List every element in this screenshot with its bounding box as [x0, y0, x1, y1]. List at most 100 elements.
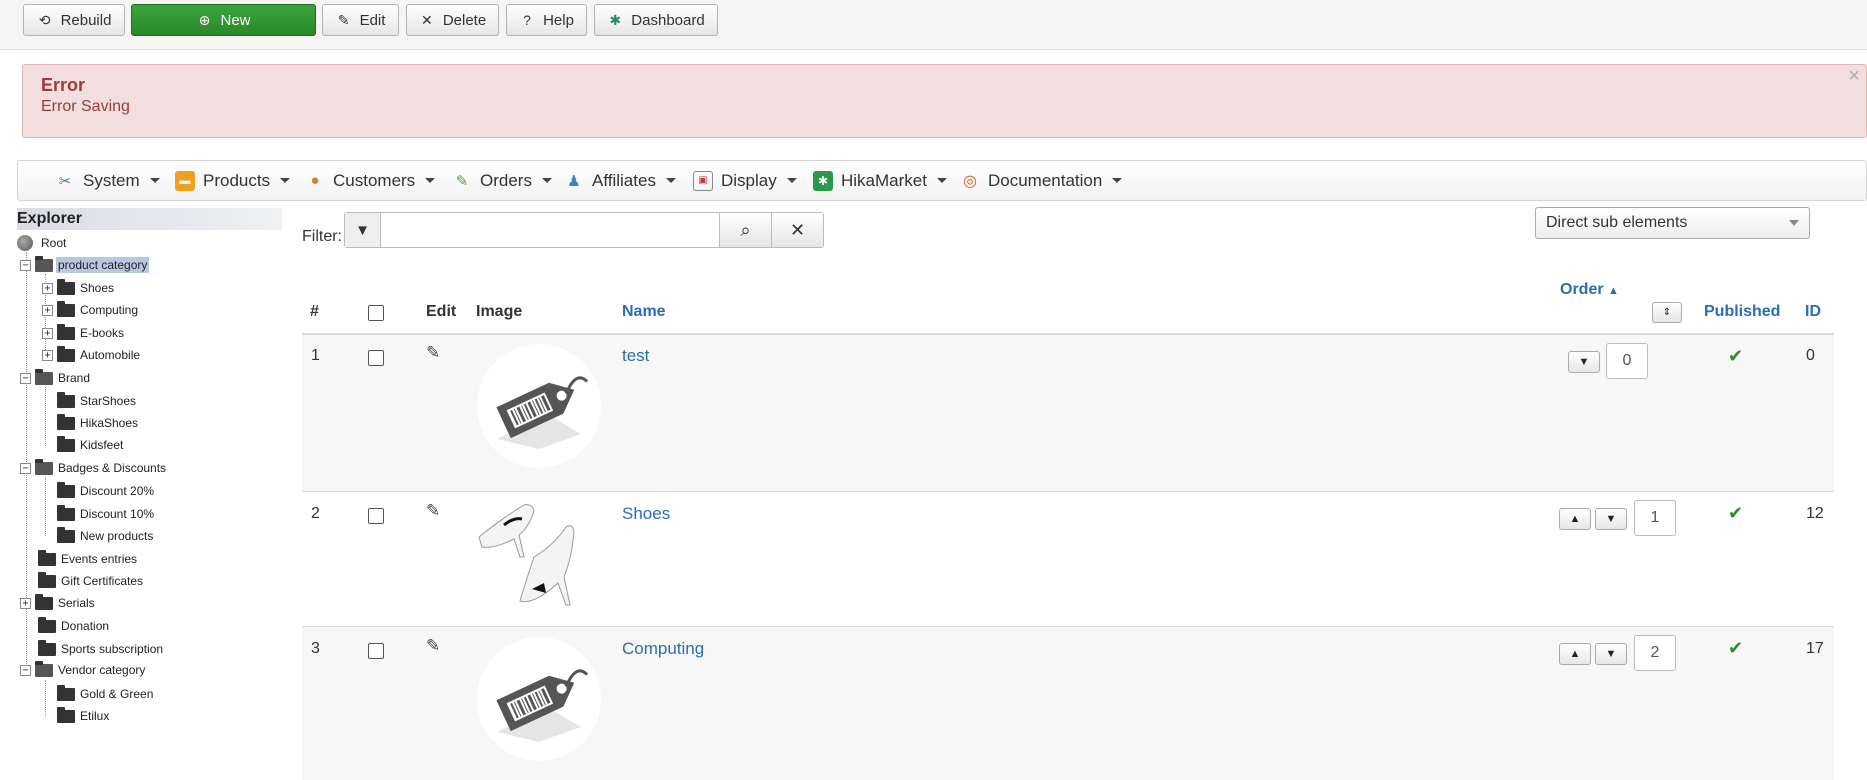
sort-icon: ⇕ — [1662, 307, 1672, 318]
expand-icon[interactable]: + — [42, 327, 53, 339]
folder-open-icon — [35, 458, 53, 475]
row-name-link[interactable]: Shoes — [622, 504, 670, 524]
scope-select[interactable]: Direct sub elements — [1535, 207, 1810, 239]
col-id-header[interactable]: ID — [1805, 303, 1821, 321]
tree-item-goldgreen[interactable]: Gold & Green — [57, 684, 155, 704]
order-down-button[interactable]: ▼ — [1595, 508, 1627, 530]
tree-item-shoes[interactable]: + Shoes — [42, 278, 116, 298]
tree-item-etilux[interactable]: Etilux — [57, 706, 111, 726]
chevron-down-icon: ▼ — [1605, 513, 1617, 525]
save-order-button[interactable]: ⇕ — [1652, 302, 1682, 323]
tree-item-automobile[interactable]: + Automobile — [42, 345, 142, 365]
row-checkbox[interactable] — [368, 508, 384, 524]
folder-icon — [57, 323, 75, 340]
col-name-header[interactable]: Name — [622, 303, 666, 321]
expand-icon[interactable]: + — [20, 597, 31, 609]
sort-asc-icon: ▲ — [1608, 285, 1619, 297]
tree-item-product-category[interactable]: − product category — [20, 255, 150, 275]
published-check-icon[interactable]: ✔ — [1728, 503, 1743, 524]
edit-icon[interactable]: ✎ — [426, 343, 440, 363]
filter-label: Filter: — [302, 228, 342, 245]
row-name-link[interactable]: Computing — [622, 639, 704, 659]
rebuild-button[interactable]: ⟲ Rebuild — [23, 4, 125, 36]
folder-icon — [38, 549, 56, 566]
expand-icon[interactable]: + — [42, 349, 53, 361]
tree-item-serials[interactable]: + Serials — [20, 593, 97, 613]
filter-input[interactable] — [381, 213, 719, 247]
row-name-link[interactable]: test — [622, 346, 649, 366]
tree-item-kidsfeet[interactable]: Kidsfeet — [57, 435, 125, 455]
tree-item-donation[interactable]: Donation — [38, 616, 111, 636]
tree-item-events[interactable]: Events entries — [38, 549, 139, 569]
caret-icon — [280, 178, 291, 183]
tree-item-brand[interactable]: − Brand — [20, 368, 92, 388]
order-input[interactable]: 1 — [1634, 500, 1676, 536]
edit-icon[interactable]: ✎ — [426, 636, 440, 656]
users-icon: ● — [310, 172, 320, 189]
tree-item-vendor[interactable]: − Vendor category — [20, 660, 147, 680]
tree-item-starshoes[interactable]: StarShoes — [57, 391, 138, 411]
help-button[interactable]: ? Help — [506, 4, 587, 36]
tree-item-sports[interactable]: Sports subscription — [38, 639, 165, 659]
chevron-up-icon: ▲ — [1569, 513, 1581, 525]
order-input[interactable]: 0 — [1606, 343, 1648, 379]
order-up-button[interactable]: ▲ — [1559, 643, 1591, 665]
order-input[interactable]: 2 — [1634, 635, 1676, 671]
collapse-icon[interactable]: − — [20, 462, 31, 474]
expand-icon[interactable]: + — [42, 304, 53, 316]
menu-affiliates[interactable]: ♟ Affiliates — [564, 161, 676, 200]
caret-icon — [936, 178, 947, 183]
caret-icon — [665, 178, 676, 183]
published-check-icon[interactable]: ✔ — [1728, 638, 1743, 659]
select-all-checkbox[interactable] — [368, 305, 384, 321]
order-down-button[interactable]: ▼ — [1595, 643, 1627, 665]
menu-orders[interactable]: ✎ Orders — [452, 161, 552, 200]
collapse-icon[interactable]: − — [20, 259, 31, 271]
tree-item-computing[interactable]: + Computing — [42, 300, 140, 320]
folder-icon — [57, 300, 75, 317]
edit-button[interactable]: ✎ Edit — [322, 4, 399, 36]
search-button[interactable]: ⌕ — [719, 213, 771, 247]
expand-icon[interactable]: + — [42, 282, 53, 294]
dashboard-button[interactable]: ✱ Dashboard — [594, 4, 718, 36]
alert-title: Error — [41, 75, 86, 95]
folder-icon — [57, 278, 75, 295]
col-published-header[interactable]: Published — [1704, 303, 1780, 321]
row-checkbox[interactable] — [368, 643, 384, 659]
edit-icon[interactable]: ✎ — [426, 501, 440, 521]
tree-item-hikashoes[interactable]: HikaShoes — [57, 413, 140, 433]
order-down-button[interactable]: ▼ — [1568, 351, 1600, 373]
close-icon: ✕ — [420, 11, 433, 28]
tree-item-gift[interactable]: Gift Certificates — [38, 571, 145, 591]
caret-icon — [786, 178, 797, 183]
col-order-header[interactable]: Order ▲ — [1560, 281, 1619, 299]
folder-icon — [38, 639, 56, 656]
delete-button[interactable]: ✕ Delete — [406, 4, 499, 36]
new-button[interactable]: ⊕ New — [131, 4, 316, 36]
row-checkbox[interactable] — [368, 350, 384, 366]
shoes-image — [474, 497, 604, 607]
collapse-icon[interactable]: − — [20, 372, 31, 384]
folder-icon — [57, 345, 75, 362]
menu-display[interactable]: ▣ Display — [693, 161, 797, 200]
tree-item-discount10[interactable]: Discount 10% — [57, 504, 156, 524]
menu-system[interactable]: ✂ System — [55, 161, 160, 200]
hikamarket-icon: ✱ — [813, 170, 833, 191]
tree-item-discount20[interactable]: Discount 20% — [57, 481, 156, 501]
menu-customers[interactable]: ● Customers — [305, 161, 436, 200]
menu-documentation[interactable]: ◎ Documentation — [960, 161, 1123, 200]
menu-hikamarket[interactable]: ✱ HikaMarket — [813, 161, 947, 200]
published-check-icon[interactable]: ✔ — [1728, 346, 1743, 367]
clear-filter-button[interactable]: ✕ — [771, 213, 823, 247]
menu-products[interactable]: ▬ Products — [175, 161, 291, 200]
folder-icon — [57, 435, 75, 452]
tree-item-badges[interactable]: − Badges & Discounts — [20, 458, 168, 478]
order-up-button[interactable]: ▲ — [1559, 508, 1591, 530]
search-icon: ⌕ — [740, 219, 751, 240]
alert-close-button[interactable]: × — [1848, 65, 1860, 88]
box-icon: ▬ — [175, 170, 195, 191]
tree-item-ebooks[interactable]: + E-books — [42, 323, 126, 343]
collapse-icon[interactable]: − — [20, 664, 31, 676]
tree-root[interactable]: Root — [17, 233, 68, 253]
tree-item-newproducts[interactable]: New products — [57, 526, 155, 546]
